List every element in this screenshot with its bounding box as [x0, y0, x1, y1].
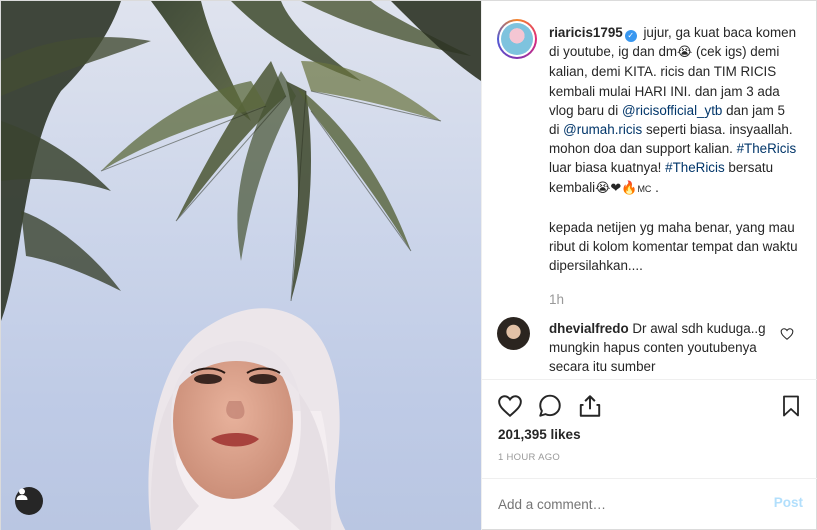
- bookmark-icon: [783, 395, 799, 417]
- add-comment-bar: Post: [482, 478, 817, 530]
- post-side-panel: riaricis1795 ✓ jujur, ga kuat baca komen …: [481, 1, 817, 530]
- share-icon: [579, 395, 601, 417]
- author-avatar[interactable]: [497, 19, 537, 59]
- crying-emoji-icon: 😭: [677, 45, 693, 61]
- posted-timestamp[interactable]: 1 HOUR AGO: [498, 452, 560, 463]
- post-actions: 201,395 likes 1 HOUR AGO Post: [482, 379, 817, 530]
- post-modal: riaricis1795 ✓ jujur, ga kuat baca komen …: [0, 0, 817, 530]
- caption-paragraph-2: kepada netijen yg maha benar, yang mau r…: [549, 220, 798, 274]
- mention-link[interactable]: @rumah.ricis: [563, 122, 642, 137]
- user-icon: [16, 488, 28, 500]
- comment-item: dhevialfredo Dr awal sdh kuduga..g mungk…: [497, 317, 802, 379]
- verified-badge-icon: ✓: [624, 30, 637, 42]
- commenter-username[interactable]: dhevialfredo: [549, 321, 629, 336]
- comment-text: dhevialfredo Dr awal sdh kuduga..g mungk…: [549, 321, 766, 375]
- post-comment-button[interactable]: Post: [774, 495, 803, 510]
- add-comment-input[interactable]: [498, 493, 748, 515]
- mention-link[interactable]: @ricisofficial_ytb: [622, 103, 722, 118]
- commenter-avatar[interactable]: [497, 317, 530, 350]
- emoji-sequence-icon: 😭❤🔥: [595, 180, 638, 196]
- share-button[interactable]: [576, 392, 604, 420]
- caption-time: 1h: [549, 292, 565, 307]
- post-photo[interactable]: [1, 1, 481, 530]
- like-button[interactable]: [496, 392, 524, 420]
- tagged-users-button[interactable]: [15, 487, 43, 515]
- save-button[interactable]: [777, 392, 805, 420]
- likes-count[interactable]: 201,395 likes: [498, 427, 581, 442]
- heart-icon: [498, 395, 522, 418]
- author-username[interactable]: riaricis1795: [549, 25, 623, 40]
- comment-icon: [539, 394, 561, 417]
- comments-scroll-area[interactable]: riaricis1795 ✓ jujur, ga kuat baca komen …: [482, 1, 817, 379]
- caption-text: riaricis1795 ✓ jujur, ga kuat baca komen …: [549, 25, 798, 274]
- hashtag-link[interactable]: #TheRicis: [737, 141, 797, 156]
- comment-like-heart-icon[interactable]: [780, 327, 794, 341]
- photo-illustration: [1, 1, 481, 530]
- comment-button[interactable]: [536, 392, 564, 420]
- hashtag-link[interactable]: #TheRicis: [665, 160, 725, 175]
